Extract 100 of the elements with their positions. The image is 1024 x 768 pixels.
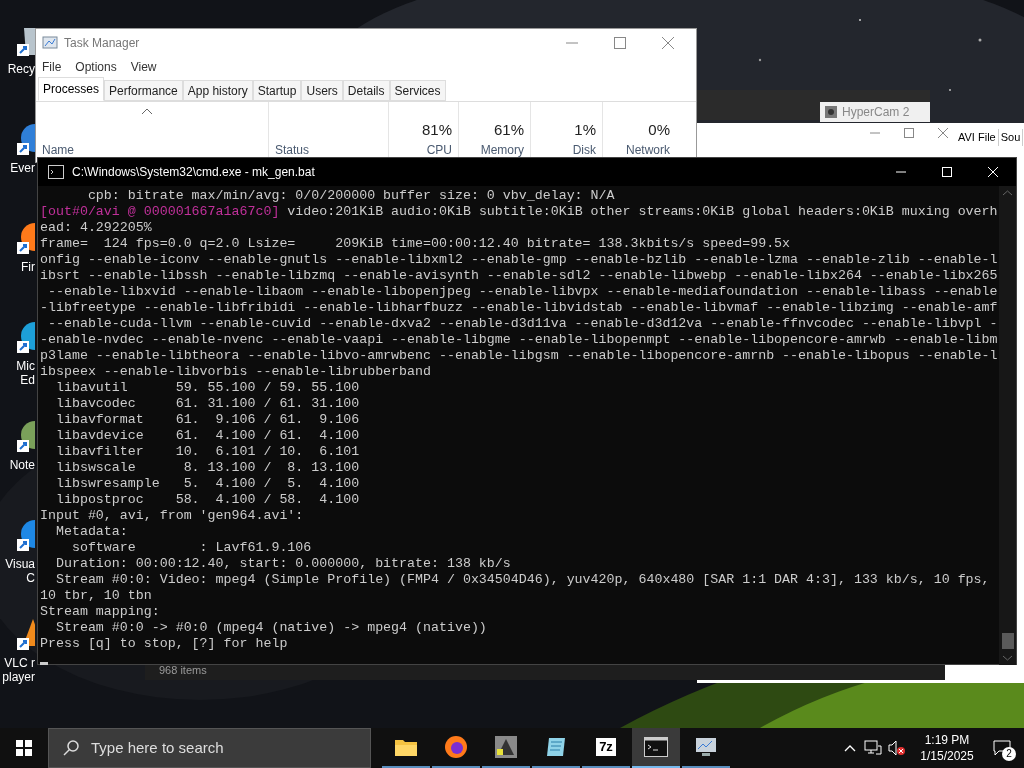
- tab[interactable]: Services: [389, 80, 446, 101]
- scrollbar[interactable]: [999, 186, 1016, 665]
- tab[interactable]: Performance: [104, 80, 183, 101]
- clock-time[interactable]: 1:19 PM: [924, 732, 970, 748]
- console-line: ibsrt --enable-libssh --enable-libzmq --enable-avisynth --enable-sdl2 --enable-libwebp --enable-libx264 --enable-libx265: [40, 268, 998, 284]
- desktop-icon-label[interactable]: Ed: [20, 373, 35, 387]
- tab[interactable]: Processes: [38, 77, 105, 101]
- usage-value: 61%: [493, 119, 524, 140]
- console-line: ead: 4.292205%: [40, 220, 152, 236]
- notification-count: 2: [1002, 747, 1016, 761]
- console-line: frame= 124 fps=0.0 q=2.0 Lsize= 209KiB time=00:00:12.40 bitrate= 138.3kbits/s speed=99.5x: [40, 236, 791, 252]
- desktop-icon-label[interactable]: Mic: [16, 359, 35, 373]
- console-line: libpostproc 58. 4.100 / 58. 4.100: [54, 492, 360, 508]
- menu-item[interactable]: View: [130, 58, 157, 76]
- console-line: libswscale 8. 13.100 / 8. 13.100: [54, 460, 360, 476]
- desktop-icon-label[interactable]: Fir: [21, 260, 35, 274]
- notepad-icon: [544, 735, 568, 759]
- menu-item[interactable]: Sou: [998, 129, 1024, 146]
- console-line: Stream mapping:: [40, 604, 160, 620]
- console-line: libavfilter 10. 6.101 / 10. 6.101: [54, 444, 360, 460]
- terminal-icon: [644, 737, 668, 757]
- console-line: onfig --enable-iconv --enable-gnutls --enable-libxml2 --enable-gmp --enable-bzlib --enable-lzma --enable-zlib --enable-l: [40, 252, 998, 268]
- close-icon[interactable]: [662, 36, 674, 49]
- scroll-thumb[interactable]: [1001, 633, 1014, 649]
- usage-value: 81%: [421, 119, 452, 140]
- notifications-button[interactable]: 2: [980, 728, 1024, 768]
- console-line: cpb: bitrate max/min/avg: 0/0/200000 buffer size: 0 vbv_delay: N/A: [86, 188, 615, 204]
- app-label: 7z: [596, 738, 616, 756]
- maximize-icon: [942, 167, 952, 177]
- tab[interactable]: Startup: [252, 80, 302, 101]
- taskbar-app[interactable]: 7z: [582, 728, 630, 768]
- desktop-icon-label[interactable]: Visua: [5, 557, 35, 571]
- close-icon: [988, 167, 998, 177]
- console-line: [out#0/avi @ 000001667a1a67c0] video:201KiB audio:0KiB subtitle:0KiB other streams:0KiB global headers:0KiB muxing overh: [40, 204, 998, 220]
- browser-icon: [444, 735, 468, 759]
- column-header[interactable]: Memory: [480, 141, 524, 159]
- desktop-icon-label[interactable]: Ever: [10, 161, 35, 175]
- column-header[interactable]: CPU: [426, 141, 452, 159]
- console-line: libswresample 5. 4.100 / 5. 4.100: [54, 476, 360, 492]
- muted-speaker-icon[interactable]: [888, 740, 906, 756]
- clock-date[interactable]: 1/15/2025: [920, 748, 974, 764]
- sort-caret-icon: [142, 108, 152, 114]
- monitor-icon: [694, 735, 718, 759]
- message-icon: [993, 740, 1011, 756]
- windows-icon: [16, 740, 32, 756]
- column-header[interactable]: Status: [275, 141, 388, 159]
- console-line: Duration: 00:00:12.40, start: 0.000000, bitrate: 138 kb/s: [54, 556, 511, 572]
- console-line: Metadata:: [54, 524, 128, 540]
- console-line: Input #0, avi, from 'gen964.avi':: [40, 508, 304, 524]
- tab[interactable]: App history: [182, 80, 253, 101]
- usage-value: 1%: [574, 119, 596, 140]
- close-icon[interactable]: [938, 128, 948, 138]
- desktop-icon-label[interactable]: VLC r: [4, 656, 35, 670]
- scroll-down-icon[interactable]: [1003, 655, 1012, 661]
- maximize-icon[interactable]: [904, 128, 914, 138]
- search-placeholder: Type here to search: [91, 737, 224, 758]
- console-line: --enable-cuda-llvm --enable-cuvid --enable-dxva2 --enable-d3d11va --enable-d3d12va --enable-ffnvcodec --enable-libvpl -: [46, 316, 998, 332]
- usage-value: 0%: [648, 119, 670, 140]
- text-cursor: [40, 662, 48, 665]
- menu-item[interactable]: AVI File: [956, 129, 999, 146]
- console-line: Stream #0:0: Video: mpeg4 (Simple Profile) (FMP4 / 0x34504D46), yuv420p, 640x480 [SAR 1:1 DAR 4:3], 133 kb/s, 10 fps,: [54, 572, 990, 588]
- console-line: p3lame --enable-libtheora --enable-libvo-amrwbenc --enable-libgsm --enable-libopencore-amrnb --enable-libopus --enable-l: [40, 348, 998, 364]
- camera-icon: [824, 105, 838, 119]
- desktop-icon-label[interactable]: C: [26, 571, 35, 585]
- terminal-icon: [48, 165, 64, 179]
- search-icon: [63, 740, 79, 756]
- column-header[interactable]: Disk: [572, 141, 596, 159]
- console-line: libavcodec 61. 31.100 / 61. 31.100: [54, 396, 360, 412]
- chevron-up-icon[interactable]: [844, 744, 856, 752]
- network-icon[interactable]: [864, 740, 882, 756]
- menu-item[interactable]: File: [42, 58, 62, 76]
- console-line: software : Lavf61.9.106: [70, 540, 312, 556]
- window-title: C:\Windows\System32\cmd.exe - mk_gen.bat: [72, 164, 315, 181]
- column-header[interactable]: Network: [626, 141, 670, 159]
- search-field[interactable]: Type here to search: [48, 728, 371, 768]
- tab[interactable]: Details: [342, 80, 390, 101]
- taskbar-app[interactable]: [632, 728, 680, 768]
- console-line: Stream #0:0 -> #0:0 (mpeg4 (native) -> mpeg4 (native)): [54, 620, 487, 636]
- desktop-icon-label[interactable]: Recy: [7, 62, 35, 76]
- console-line: 10 tbr, 10 tbn: [40, 588, 152, 604]
- chart-icon: [42, 34, 58, 51]
- maximize-icon[interactable]: [614, 36, 626, 49]
- console-line: libavdevice 61. 4.100 / 61. 4.100: [54, 428, 360, 444]
- window-title: HyperCam 2: [842, 104, 910, 121]
- console-line: libavutil 59. 55.100 / 59. 55.100: [54, 380, 360, 396]
- console-line: -libfreetype --enable-libfribidi --enable-libharfbuzz --enable-libvidstab --enable-libvmaf --enable-libzimg --enable-amf: [40, 300, 998, 316]
- menu-item[interactable]: Options: [75, 58, 117, 76]
- window-title: Task Manager: [64, 34, 140, 52]
- console-line: libavformat 61. 9.106 / 61. 9.106: [54, 412, 360, 428]
- desktop-icon-label[interactable]: Note: [9, 458, 35, 472]
- desktop-icon-label[interactable]: player: [2, 670, 35, 684]
- tab[interactable]: Users: [301, 80, 343, 101]
- scroll-up-icon[interactable]: [1003, 190, 1012, 196]
- console-line: ibspeex --enable-libvorbis --enable-librubberband: [40, 364, 431, 380]
- console-line: Press [q] to stop, [?] for help: [40, 636, 288, 652]
- item-count: 968 items: [159, 662, 207, 678]
- console-line: --enable-libxvid --enable-libaom --enable-libopenjpeg --enable-libvpx --enable-mediafoundation --enable-libass --enable: [46, 284, 998, 300]
- media-icon: [494, 735, 518, 759]
- column-header[interactable]: Name: [42, 141, 268, 159]
- console-line: -enable-nvdec --enable-nvenc --enable-vaapi --enable-libgme --enable-libopenmpt --enable-libopencore-amrwb --enable-libm: [40, 332, 998, 348]
